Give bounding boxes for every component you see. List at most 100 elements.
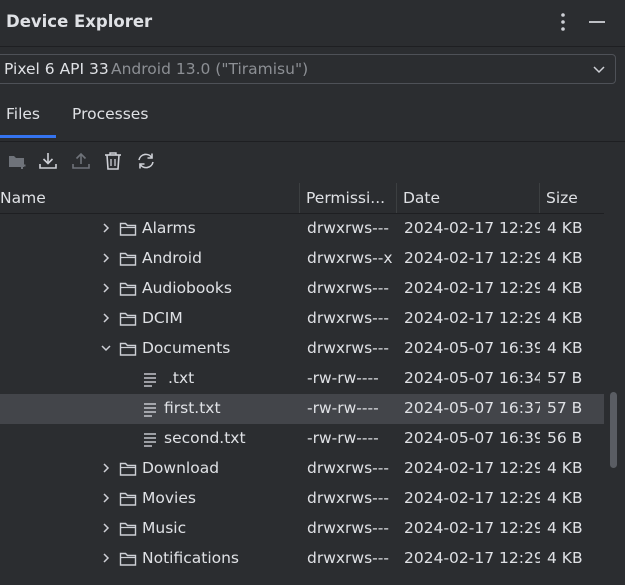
table-row[interactable]: Music drwxrws--- 2024-02-17 12:29 4 KB: [0, 514, 604, 544]
file-tree: Alarms drwxrws--- 2024-02-17 12:29 4 KB Andr…: [0, 214, 604, 574]
file-name: Documents: [142, 339, 231, 357]
vertical-scrollbar[interactable]: [610, 392, 617, 468]
chevron-right-icon[interactable]: [100, 222, 112, 234]
table-header: Name Permissi... Date Size: [0, 183, 604, 214]
table-row[interactable]: first.txt -rw-rw---- 2024-05-07 16:37 57 B: [0, 394, 604, 424]
file-name: Notifications: [142, 549, 240, 567]
text-file-icon: [144, 373, 156, 387]
file-date: 2024-02-17 12:29: [404, 309, 540, 327]
file-date: 2024-02-17 12:29: [404, 279, 540, 297]
minimize-icon[interactable]: [586, 10, 608, 34]
file-permissions: drwxrws--x: [307, 249, 393, 267]
file-permissions: -rw-rw----: [307, 429, 379, 447]
file-date: 2024-02-17 12:29: [404, 459, 540, 477]
file-name: DCIM: [142, 309, 183, 327]
folder-icon: [119, 342, 137, 356]
file-size: 4 KB: [547, 489, 583, 507]
chevron-right-icon[interactable]: [100, 492, 112, 504]
file-date: 2024-02-17 12:29: [404, 219, 540, 237]
new-folder-icon[interactable]: [6, 150, 28, 172]
column-divider[interactable]: [299, 183, 300, 213]
text-file-icon: [144, 433, 156, 447]
tab-bar: Files Processes: [0, 94, 625, 142]
file-name: Audiobooks: [142, 279, 232, 297]
table-row[interactable]: second.txt -rw-rw---- 2024-05-07 16:39 56 B: [0, 424, 604, 454]
file-size: 4 KB: [547, 219, 583, 237]
file-name: Music: [142, 519, 187, 537]
chevron-right-icon[interactable]: [100, 252, 112, 264]
file-permissions: drwxrws---: [307, 339, 389, 357]
column-header-size[interactable]: Size: [546, 189, 601, 207]
folder-icon: [119, 252, 137, 266]
folder-icon: [119, 222, 137, 236]
file-permissions: drwxrws---: [307, 459, 389, 477]
delete-icon[interactable]: [102, 150, 124, 172]
chevron-right-icon[interactable]: [100, 552, 112, 564]
file-name: first.txt: [164, 399, 221, 417]
text-file-icon: [144, 403, 156, 417]
device-name: Pixel 6 API 33: [4, 60, 109, 78]
file-date: 2024-02-17 12:29: [404, 549, 540, 567]
file-size: 56 B: [547, 429, 583, 447]
file-permissions: -rw-rw----: [307, 369, 379, 387]
file-size: 4 KB: [547, 549, 583, 567]
folder-icon: [119, 312, 137, 326]
folder-icon: [119, 282, 137, 296]
active-tab-indicator: [0, 135, 56, 138]
table-row[interactable]: Android drwxrws--x 2024-02-17 12:29 4 KB: [0, 244, 604, 274]
file-name: Download: [142, 459, 220, 477]
file-date: 2024-05-07 16:39: [404, 429, 540, 447]
vertical-ellipsis-icon[interactable]: [553, 10, 573, 34]
file-name: Alarms: [142, 219, 196, 237]
file-date: 2024-05-07 16:37: [404, 399, 540, 417]
file-name: Movies: [142, 489, 196, 507]
table-row[interactable]: Alarms drwxrws--- 2024-02-17 12:29 4 KB: [0, 214, 604, 244]
file-name: Android: [142, 249, 202, 267]
chevron-down-icon: [593, 66, 605, 74]
upload-icon[interactable]: [70, 150, 92, 172]
title-bar: Device Explorer: [0, 0, 625, 46]
table-row[interactable]: DCIM drwxrws--- 2024-02-17 12:29 4 KB: [0, 304, 604, 334]
file-permissions: drwxrws---: [307, 219, 389, 237]
device-version: Android 13.0 ("Tiramisu"): [111, 60, 309, 78]
file-size: 57 B: [547, 399, 583, 417]
file-date: 2024-05-07 16:34: [404, 369, 540, 387]
folder-icon: [119, 522, 137, 536]
chevron-right-icon[interactable]: [100, 462, 112, 474]
folder-icon: [119, 552, 137, 566]
chevron-down-icon[interactable]: [100, 342, 112, 354]
download-icon[interactable]: [37, 150, 59, 172]
column-divider[interactable]: [539, 183, 540, 213]
folder-icon: [119, 492, 137, 506]
chevron-right-icon[interactable]: [100, 312, 112, 324]
table-row[interactable]: Notifications drwxrws--- 2024-02-17 12:29 4…: [0, 544, 604, 574]
file-permissions: drwxrws---: [307, 279, 389, 297]
file-size: 4 KB: [547, 279, 583, 297]
table-row[interactable]: Audiobooks drwxrws--- 2024-02-17 12:29 4 KB: [0, 274, 604, 304]
table-row[interactable]: Documents drwxrws--- 2024-05-07 16:39 4 KB: [0, 334, 604, 364]
file-date: 2024-02-17 12:29: [404, 249, 540, 267]
table-row[interactable]: .txt -rw-rw---- 2024-05-07 16:34 57 B: [0, 364, 604, 394]
file-name: .txt: [168, 369, 195, 387]
column-header-permissions[interactable]: Permissi...: [306, 189, 392, 207]
file-permissions: drwxrws---: [307, 309, 389, 327]
file-permissions: drwxrws---: [307, 519, 389, 537]
column-header-name[interactable]: Name: [0, 189, 295, 207]
column-divider[interactable]: [396, 183, 397, 213]
table-row[interactable]: Download drwxrws--- 2024-02-17 12:29 4 KB: [0, 454, 604, 484]
file-date: 2024-02-17 12:29: [404, 519, 540, 537]
table-row[interactable]: Movies drwxrws--- 2024-02-17 12:29 4 KB: [0, 484, 604, 514]
sync-icon[interactable]: [135, 150, 157, 172]
chevron-right-icon[interactable]: [100, 522, 112, 534]
tab-files[interactable]: Files: [6, 105, 40, 123]
file-size: 57 B: [547, 369, 583, 387]
column-header-date[interactable]: Date: [403, 189, 533, 207]
device-selector[interactable]: Pixel 6 API 33 Android 13.0 ("Tiramisu"): [0, 54, 616, 84]
window-title: Device Explorer: [6, 12, 153, 31]
chevron-right-icon[interactable]: [100, 282, 112, 294]
file-permissions: -rw-rw----: [307, 399, 379, 417]
file-name: second.txt: [164, 429, 246, 447]
file-size: 4 KB: [547, 339, 583, 357]
tab-processes[interactable]: Processes: [72, 105, 148, 123]
file-size: 4 KB: [547, 459, 583, 477]
